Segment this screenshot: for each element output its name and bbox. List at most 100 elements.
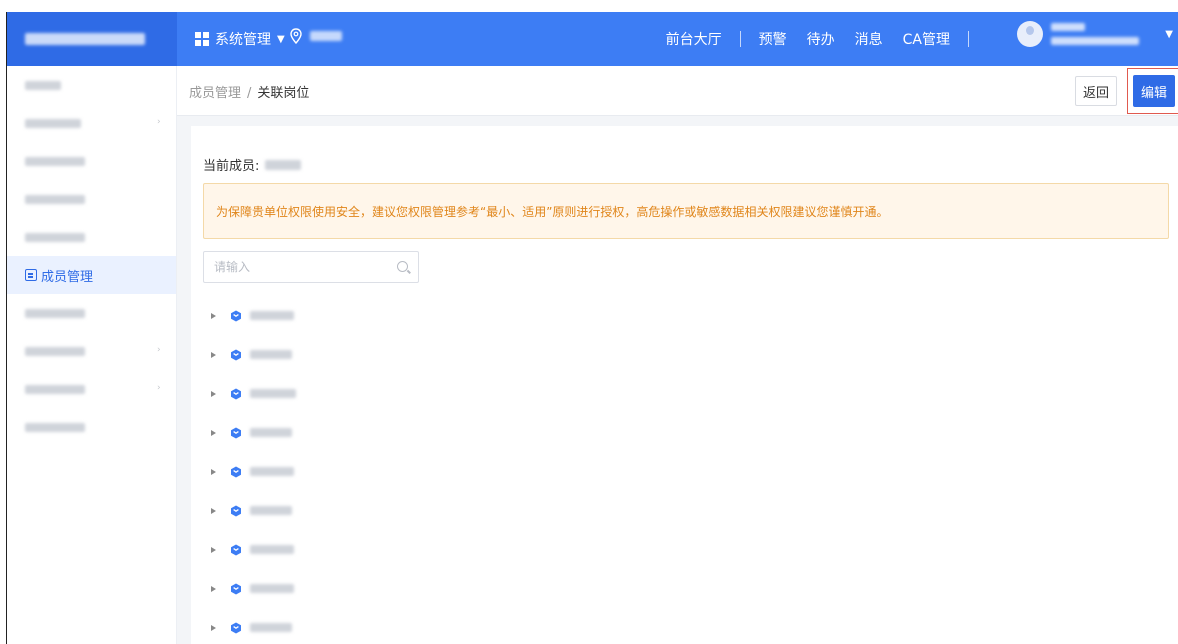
- sidebar-item-settings[interactable]: ›: [7, 332, 176, 370]
- tree-node[interactable]: [211, 569, 296, 608]
- org-unit-icon: [231, 622, 241, 633]
- sidebar-item-log[interactable]: [7, 408, 176, 446]
- sidebar-item-home[interactable]: [7, 66, 176, 104]
- sidebar-item-ca[interactable]: ›: [7, 104, 176, 142]
- sidebar-item-org[interactable]: [7, 142, 176, 180]
- sidebar-item-role[interactable]: [7, 218, 176, 256]
- chevron-right-icon: ›: [157, 117, 161, 127]
- sidebar-item-user[interactable]: [7, 180, 176, 218]
- tree-node[interactable]: [211, 335, 296, 374]
- caret-right-icon[interactable]: [211, 429, 216, 436]
- nav-todo[interactable]: 待办: [807, 29, 835, 49]
- user-org-redacted: [1051, 37, 1140, 45]
- tree-node-label-redacted: [250, 506, 292, 515]
- user-menu[interactable]: ▼: [1017, 21, 1173, 47]
- sidebar-item-label: 成员管理: [41, 269, 94, 285]
- search-input[interactable]: [204, 252, 384, 282]
- tree-node-label-redacted: [250, 350, 292, 359]
- user-name-redacted: [1051, 23, 1086, 31]
- app-window: 系统管理 ▼ 前台大厅 预警 待办 消息 CA管理 ▼ › 成员管理 › › 成…: [6, 12, 1178, 644]
- edit-button[interactable]: 编辑: [1133, 75, 1175, 107]
- top-nav: 前台大厅 预警 待办 消息 CA管理: [666, 29, 987, 49]
- breadcrumb-current: 关联岗位: [257, 86, 310, 101]
- tree-node[interactable]: [211, 452, 296, 491]
- location-pin-icon: [290, 28, 302, 44]
- tree-node-label-redacted: [250, 389, 296, 398]
- sidebar-item-label-redacted: [25, 194, 85, 204]
- caret-right-icon[interactable]: [211, 546, 216, 553]
- tree-node-label-redacted: [250, 467, 294, 476]
- tree-node-label-redacted: [250, 311, 294, 320]
- breadcrumb-separator: /: [247, 86, 252, 101]
- sidebar-item-label-redacted: [25, 80, 61, 90]
- search-box: [203, 251, 419, 283]
- brand-logo: [7, 12, 177, 66]
- caret-right-icon[interactable]: [211, 351, 216, 358]
- system-menu-dropdown[interactable]: 系统管理 ▼: [195, 29, 285, 49]
- tree-node[interactable]: [211, 608, 296, 644]
- sidebar-item-label-redacted: [25, 346, 85, 356]
- org-unit-icon: [231, 388, 241, 399]
- current-member-name-redacted: [265, 159, 302, 170]
- avatar: [1017, 21, 1044, 47]
- position-tree: [211, 296, 296, 644]
- current-member-label: 当前成员:: [203, 159, 260, 174]
- member-icon: [25, 269, 37, 281]
- sidebar-item-label-redacted: [25, 308, 85, 318]
- tree-node[interactable]: [211, 296, 296, 335]
- search-icon[interactable]: [397, 261, 408, 272]
- tree-node-label-redacted: [250, 584, 294, 593]
- sidebar-item-member-management[interactable]: 成员管理: [7, 256, 176, 294]
- content-card: 当前成员: 为保障贵单位权限使用安全，建议您权限管理参考“最小、适用”原则进行授…: [191, 126, 1178, 644]
- org-unit-icon: [231, 466, 241, 477]
- tree-node[interactable]: [211, 374, 296, 413]
- nav-message[interactable]: 消息: [855, 29, 883, 49]
- tree-node[interactable]: [211, 530, 296, 569]
- sidebar-item-security[interactable]: ›: [7, 370, 176, 408]
- sidebar-item-label-redacted: [25, 384, 85, 394]
- current-member: 当前成员:: [203, 155, 302, 174]
- caret-right-icon[interactable]: [211, 585, 216, 592]
- org-unit-icon: [231, 427, 241, 438]
- user-info-redacted: [1051, 23, 1140, 45]
- caret-right-icon[interactable]: [211, 624, 216, 631]
- location-selector[interactable]: [290, 28, 342, 44]
- sidebar-item-label-redacted: [25, 422, 85, 432]
- chevron-right-icon: ›: [157, 383, 161, 393]
- breadcrumb-parent-link[interactable]: 成员管理: [189, 86, 241, 101]
- nav-ca-management[interactable]: CA管理: [903, 29, 950, 49]
- tree-node-label-redacted: [250, 545, 294, 554]
- caret-right-icon[interactable]: [211, 507, 216, 514]
- nav-front-hall[interactable]: 前台大厅: [666, 29, 722, 49]
- brand-title-redacted: [25, 33, 145, 45]
- nav-divider: [968, 31, 969, 47]
- tree-node-label-redacted: [250, 623, 292, 632]
- apps-grid-icon: [195, 32, 209, 46]
- main-content: 当前成员: 为保障贵单位权限使用安全，建议您权限管理参考“最小、适用”原则进行授…: [177, 116, 1178, 644]
- breadcrumb: 成员管理 / 关联岗位: [189, 82, 309, 101]
- tree-node-label-redacted: [250, 428, 292, 437]
- back-button[interactable]: 返回: [1075, 76, 1117, 106]
- sidebar-item-label-redacted: [25, 232, 85, 242]
- security-notice-banner: 为保障贵单位权限使用安全，建议您权限管理参考“最小、适用”原则进行授权，高危操作…: [203, 183, 1169, 239]
- sidebar-item-label-redacted: [25, 118, 81, 128]
- chevron-right-icon: ›: [157, 345, 161, 355]
- breadcrumb-bar: 成员管理 / 关联岗位 返回 编辑: [177, 66, 1178, 116]
- top-header: 系统管理 ▼ 前台大厅 预警 待办 消息 CA管理 ▼: [7, 12, 1178, 66]
- sidebar-item-audit[interactable]: [7, 294, 176, 332]
- tree-node[interactable]: [211, 413, 296, 452]
- org-unit-icon: [231, 505, 241, 516]
- nav-alert[interactable]: 预警: [759, 29, 787, 49]
- caret-down-icon: ▼: [277, 33, 285, 45]
- nav-divider: [739, 31, 741, 47]
- caret-right-icon[interactable]: [211, 468, 216, 475]
- org-unit-icon: [231, 544, 241, 555]
- security-notice-text: 为保障贵单位权限使用安全，建议您权限管理参考“最小、适用”原则进行授权，高危操作…: [216, 204, 889, 219]
- location-name-redacted: [310, 31, 342, 41]
- sidebar: › 成员管理 › ›: [7, 66, 177, 644]
- caret-right-icon[interactable]: [211, 390, 216, 397]
- org-unit-icon: [231, 583, 241, 594]
- system-menu-label: 系统管理: [215, 32, 271, 48]
- caret-right-icon[interactable]: [211, 312, 216, 319]
- tree-node[interactable]: [211, 491, 296, 530]
